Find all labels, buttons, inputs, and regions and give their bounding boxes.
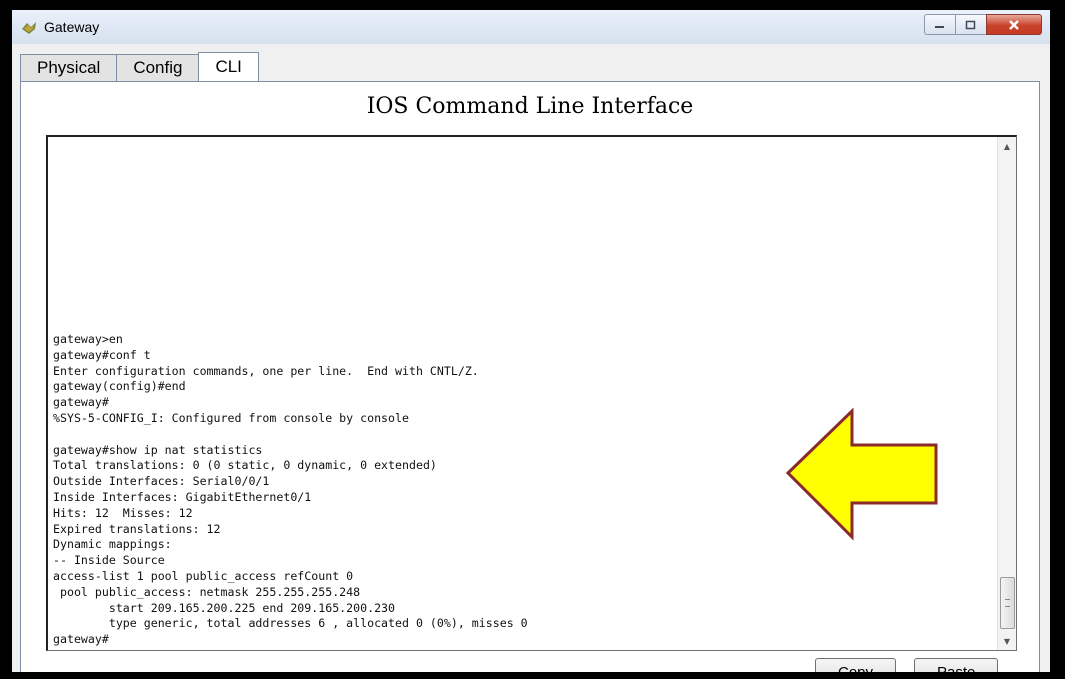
minimize-icon (935, 25, 944, 28)
console-line: type generic, total addresses 6 , alloca… (53, 616, 528, 631)
console-line: gateway(config)#end (53, 379, 186, 394)
left-arrow-annotation-icon (785, 407, 938, 541)
screen-border (1052, 0, 1065, 679)
paste-button[interactable]: Paste (914, 658, 999, 672)
console-line: Enter configuration commands, one per li… (53, 363, 479, 378)
tab-bar: Physical Config CLI (20, 52, 259, 83)
minimize-button[interactable] (924, 14, 956, 35)
copy-button[interactable]: Copy (815, 658, 897, 672)
scrollbar-thumb[interactable] (1000, 577, 1015, 629)
window-title: Gateway (44, 19, 100, 35)
tab-cli[interactable]: CLI (198, 52, 259, 83)
maximize-button[interactable] (955, 14, 987, 35)
cli-console[interactable]: gateway>en gateway#conf t Enter configurat… (46, 135, 1017, 651)
title-bar[interactable]: Gateway (12, 10, 1050, 44)
scroll-up-arrow-icon[interactable]: ▲ (998, 137, 1016, 155)
grip-icon (1005, 599, 1010, 607)
console-line: pool public_access: netmask 255.255.255.… (53, 584, 361, 599)
cli-heading: IOS Command Line Interface (366, 94, 694, 119)
scroll-down-arrow-icon[interactable]: ▼ (998, 632, 1016, 650)
tab-physical[interactable]: Physical (20, 54, 118, 81)
console-line: -- Inside Source (53, 553, 165, 568)
close-button[interactable] (986, 14, 1042, 35)
maximize-icon (965, 20, 976, 29)
cli-panel: IOS Command Line Interface gateway>en gat… (20, 81, 1040, 672)
router-app-icon (22, 22, 36, 34)
console-line: gateway>en (53, 332, 123, 347)
tab-config[interactable]: Config (116, 54, 200, 81)
gateway-window: Gateway Physical Config CLI IOS Command … (12, 10, 1050, 672)
console-line: access-list 1 pool public_access refCoun… (53, 569, 354, 584)
console-line: start 209.165.200.225 end 209.165.200.23… (53, 600, 396, 615)
window-controls (924, 14, 1042, 35)
console-line: gateway# (53, 632, 109, 647)
console-line: gateway#conf t (53, 347, 151, 362)
vertical-scrollbar[interactable]: ▲ ▼ (997, 137, 1016, 650)
close-icon (1009, 19, 1019, 30)
